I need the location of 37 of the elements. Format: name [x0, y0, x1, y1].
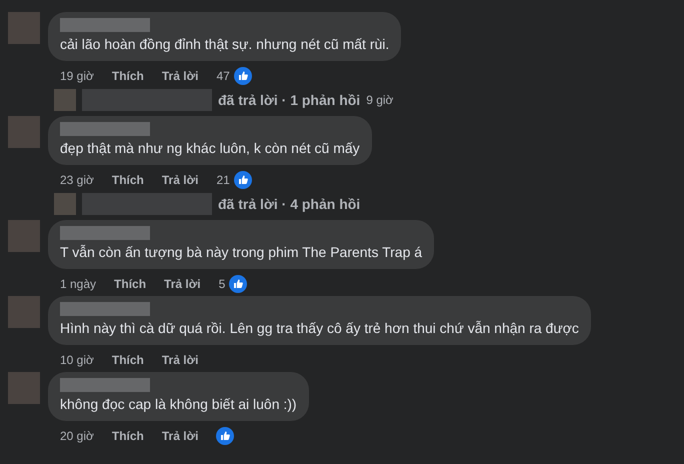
reply-link[interactable]: Trả lời: [162, 350, 198, 368]
comment-time[interactable]: 23 giờ: [60, 170, 94, 188]
reply-link[interactable]: Trả lời: [162, 426, 198, 444]
reply-link[interactable]: Trả lời: [162, 66, 198, 84]
comment-text: Hình này thì cà dữ quá rồi. Lên gg tra thấy cô ấy trẻ hơn thui chứ vẫn nhận ra được: [60, 319, 579, 338]
comment-text: T vẫn còn ấn tượng bà này trong phim The Parents Trap á: [60, 243, 422, 262]
reaction-count: 21: [216, 172, 230, 188]
avatar-placeholder: [8, 220, 40, 252]
avatar-placeholder: [8, 116, 40, 148]
avatar-placeholder: [8, 296, 40, 328]
reaction-count: 47: [216, 68, 230, 84]
like-link[interactable]: Thích: [112, 170, 144, 188]
comment-text: đẹp thật mà như ng khác luôn, k còn nét cũ mấy: [60, 139, 360, 158]
reply-time: 9 giờ: [366, 92, 394, 109]
comment-time[interactable]: 19 giờ: [60, 66, 94, 84]
avatar-placeholder: [8, 372, 40, 404]
comment-time[interactable]: 1 ngày: [60, 274, 96, 292]
reaction-count: 5: [218, 276, 226, 292]
like-reaction-icon: [234, 66, 252, 84]
like-link[interactable]: Thích: [112, 426, 144, 444]
like-link[interactable]: Thích: [114, 274, 146, 292]
like-reaction-icon: [216, 426, 234, 444]
comment-text: cải lão hoàn đồng đỉnh thật sự. nhưng nét cũ mất rùi.: [60, 35, 390, 54]
avatar-placeholder: [54, 193, 76, 215]
reply-summary-link[interactable]: đã trả lời · 4 phản hồi: [218, 194, 360, 214]
comment-text: không đọc cap là không biết ai luôn :)): [60, 395, 297, 414]
comment-time[interactable]: 10 giờ: [60, 350, 94, 368]
comment-time[interactable]: 20 giờ: [60, 426, 94, 444]
reply-link[interactable]: Trả lời: [164, 274, 201, 292]
like-reaction-icon: [229, 274, 248, 292]
reply-summary-link[interactable]: đã trả lời · 1 phản hồi: [218, 90, 360, 110]
like-reaction-icon: [234, 170, 252, 188]
reply-link[interactable]: Trả lời: [162, 170, 198, 188]
avatar-placeholder: [54, 89, 76, 111]
like-link[interactable]: Thích: [112, 350, 144, 368]
avatar-placeholder: [8, 12, 40, 44]
like-link[interactable]: Thích: [112, 66, 144, 84]
